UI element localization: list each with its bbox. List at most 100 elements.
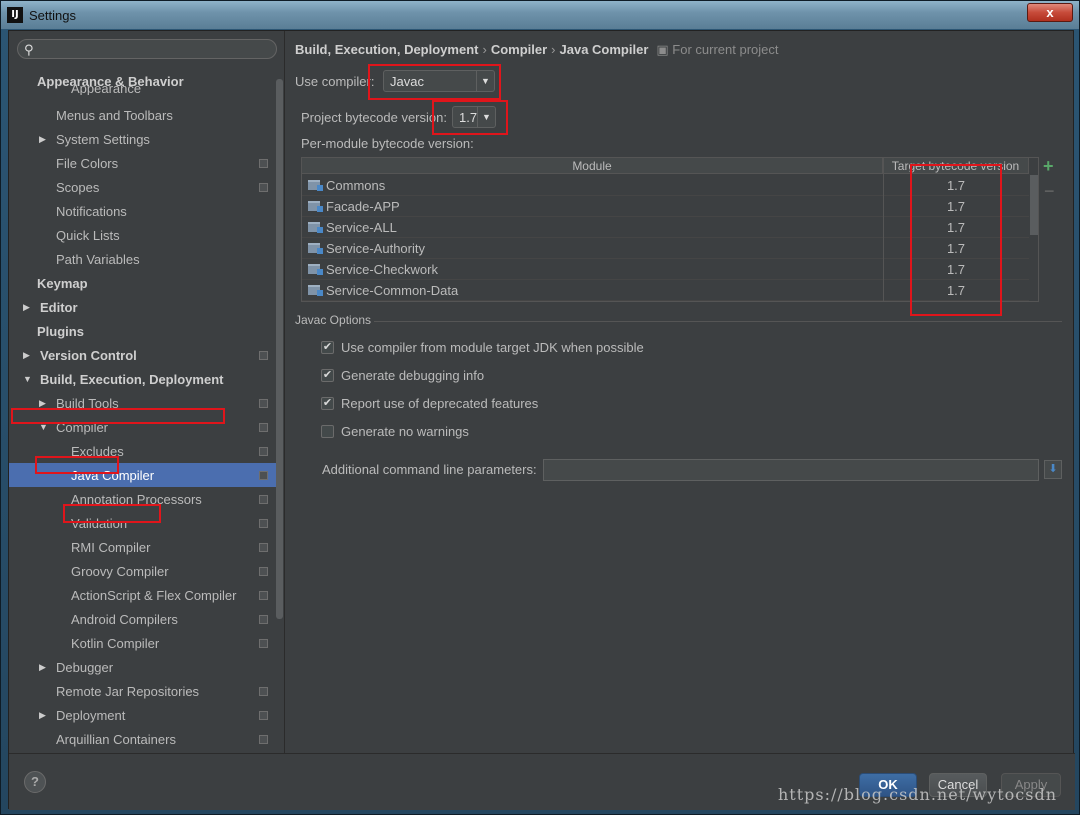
- highlight-box: [35, 456, 119, 474]
- option-checkbox-row[interactable]: ✔ Generate debugging info: [321, 368, 484, 383]
- sidebar-item[interactable]: RMI Compiler: [9, 535, 277, 559]
- add-module-button[interactable]: +: [1043, 156, 1054, 177]
- project-scope-icon: [259, 734, 268, 744]
- module-column-header[interactable]: Module: [302, 158, 883, 174]
- checkbox-checked-icon[interactable]: ✔: [321, 369, 334, 382]
- project-bytecode-label: Project bytecode version:: [301, 110, 447, 125]
- column-divider: [883, 158, 884, 301]
- sidebar-item[interactable]: Remote Jar Repositories: [9, 679, 277, 703]
- module-name: Service-Authority: [326, 241, 425, 256]
- collapsed-arrow-icon[interactable]: ▶: [39, 398, 49, 409]
- sidebar-item[interactable]: Path Variables: [9, 247, 277, 271]
- sidebar-item-label: Kotlin Compiler: [71, 635, 160, 651]
- use-compiler-label: Use compiler:: [295, 74, 375, 89]
- project-scope-icon: [259, 518, 268, 528]
- project-scope-icon: [259, 158, 268, 168]
- project-scope-icon: [259, 470, 268, 480]
- additional-params-label: Additional command line parameters:: [322, 462, 537, 477]
- sidebar-item[interactable]: ▼ Build, Execution, Deployment: [9, 367, 277, 391]
- sidebar-item[interactable]: Plugins: [9, 319, 277, 343]
- project-scope-icon: [259, 350, 268, 360]
- sidebar-item[interactable]: Scopes: [9, 175, 277, 199]
- sidebar-item-label: Build, Execution, Deployment: [40, 371, 224, 387]
- sidebar-item-label: Path Variables: [56, 251, 140, 267]
- sidebar-item-label: Scopes: [56, 179, 100, 195]
- help-button[interactable]: ?: [24, 771, 46, 793]
- sidebar-item[interactable]: ▶ Editor: [9, 295, 277, 319]
- settings-search-input[interactable]: ⚲: [17, 39, 277, 59]
- sidebar-item-label: Keymap: [37, 275, 88, 291]
- sidebar-item[interactable]: Android Compilers: [9, 607, 277, 631]
- watermark: https://blog.csdn.net/wytocsdn: [778, 785, 1058, 804]
- sidebar-item[interactable]: File Colors: [9, 151, 277, 175]
- highlight-box: [11, 408, 225, 424]
- sidebar-item-label: Editor: [40, 299, 78, 315]
- option-checkbox-row[interactable]: ✔ Use compiler from module target JDK whe…: [321, 340, 644, 355]
- collapsed-arrow-icon[interactable]: ▶: [39, 710, 49, 721]
- module-folder-icon: [308, 243, 323, 254]
- table-scrollbar[interactable]: [1030, 175, 1038, 235]
- project-scope-icon: [259, 398, 268, 408]
- collapsed-arrow-icon[interactable]: ▶: [23, 302, 33, 313]
- module-folder-icon: [308, 180, 323, 191]
- module-name: Facade-APP: [326, 199, 400, 214]
- checkbox-unchecked-icon[interactable]: [321, 425, 334, 438]
- module-folder-icon: [308, 285, 323, 296]
- settings-sidebar: ⚲ Appearance & Behavior Appearance Menus a…: [9, 31, 285, 753]
- close-button[interactable]: x: [1027, 3, 1073, 22]
- project-scope-icon: [259, 566, 268, 576]
- checkbox-checked-icon[interactable]: ✔: [321, 341, 334, 354]
- sidebar-item[interactable]: Notifications: [9, 199, 277, 223]
- sidebar-item[interactable]: ▶ Debugger: [9, 655, 277, 679]
- search-icon: ⚲: [24, 42, 34, 57]
- project-scope-icon: ▣: [656, 42, 673, 57]
- sidebar-item[interactable]: Keymap: [9, 271, 277, 295]
- sidebar-item-label: Appearance: [71, 81, 142, 95]
- collapsed-arrow-icon[interactable]: ▶: [23, 350, 33, 361]
- sidebar-item-label: Android Compilers: [71, 611, 178, 627]
- sidebar-item-label: Arquillian Containers: [56, 731, 176, 747]
- sidebar-item-label: Groovy Compiler: [71, 563, 169, 579]
- project-scope-icon: [259, 614, 268, 624]
- settings-window: IJ Settings x ⚲ Appearance & Behavior App…: [0, 0, 1080, 815]
- sidebar-item[interactable]: ▶ Deployment: [9, 703, 277, 727]
- remove-module-button[interactable]: −: [1044, 181, 1055, 202]
- sidebar-item[interactable]: Menus and Toolbars: [9, 103, 277, 127]
- sidebar-scrollbar[interactable]: [276, 79, 283, 619]
- module-folder-icon: [308, 222, 323, 233]
- sidebar-item[interactable]: Quick Lists: [9, 223, 277, 247]
- module-name: Service-ALL: [326, 220, 397, 235]
- sidebar-item-label: Remote Jar Repositories: [56, 683, 200, 699]
- collapsed-arrow-icon[interactable]: ▶: [39, 134, 49, 145]
- breadcrumb-item: Build, Execution, Deployment: [295, 42, 479, 57]
- sidebar-item[interactable]: Arquillian Containers: [9, 727, 277, 751]
- sidebar-item-label: System Settings: [56, 131, 150, 147]
- expand-icon[interactable]: ⬇: [1044, 460, 1062, 479]
- option-label: Generate debugging info: [341, 368, 485, 383]
- option-checkbox-row[interactable]: Generate no warnings: [321, 424, 469, 439]
- project-scope-icon: [259, 686, 268, 696]
- settings-tree: Appearance & Behavior Appearance Menus and…: [9, 69, 277, 753]
- per-module-label: Per-module bytecode version:: [301, 136, 474, 151]
- sidebar-item[interactable]: Appearance: [9, 81, 277, 95]
- sidebar-item[interactable]: ActionScript & Flex Compiler: [9, 583, 277, 607]
- expanded-arrow-icon[interactable]: ▼: [23, 374, 33, 384]
- breadcrumb-separator: ›: [482, 42, 487, 57]
- project-scope-icon: [259, 638, 268, 648]
- sidebar-item-label: Menus and Toolbars: [56, 107, 173, 123]
- sidebar-item[interactable]: ▶ Version Control: [9, 343, 277, 367]
- option-checkbox-row[interactable]: ✔ Report use of deprecated features: [321, 396, 538, 411]
- module-folder-icon: [308, 264, 323, 275]
- sidebar-item[interactable]: Groovy Compiler: [9, 559, 277, 583]
- javac-options-title: Javac Options: [295, 313, 372, 327]
- collapsed-arrow-icon[interactable]: ▶: [39, 662, 49, 673]
- module-name: Service-Common-Data: [326, 283, 459, 298]
- additional-params-input[interactable]: [543, 459, 1039, 481]
- dialog-client-area: ⚲ Appearance & Behavior Appearance Menus a…: [8, 30, 1075, 810]
- window-title: Settings: [29, 7, 76, 23]
- sidebar-item[interactable]: ▶ System Settings: [9, 127, 277, 151]
- breadcrumb-separator: ›: [551, 42, 556, 57]
- sidebar-item[interactable]: Kotlin Compiler: [9, 631, 277, 655]
- checkbox-checked-icon[interactable]: ✔: [321, 397, 334, 410]
- scope-label: For current project: [672, 42, 779, 57]
